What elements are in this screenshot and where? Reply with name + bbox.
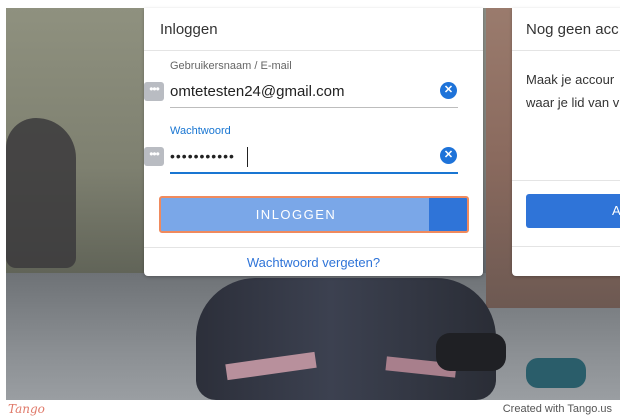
tango-logo: Tango <box>8 402 45 416</box>
login-button-label: INLOGGEN <box>255 207 337 222</box>
clear-username-icon[interactable]: ✕ <box>440 82 457 99</box>
clear-password-icon[interactable]: ✕ <box>440 147 457 164</box>
login-card: Inloggen Gebruikersnaam / E-mail ••• ✕ W… <box>144 8 483 276</box>
card-divider <box>512 180 620 181</box>
footer-credit: Created with Tango.us <box>502 403 612 415</box>
username-label: Gebruikersnaam / E-mail <box>170 60 292 72</box>
screenshot-stage: Inloggen Gebruikersnaam / E-mail ••• ✕ W… <box>0 0 620 400</box>
password-underline <box>170 172 458 174</box>
card-divider <box>512 246 620 247</box>
id-card-icon: ••• <box>144 147 164 166</box>
username-input[interactable] <box>170 78 430 104</box>
login-button-fill <box>429 198 467 231</box>
card-divider <box>144 247 483 248</box>
username-underline <box>170 107 458 108</box>
signup-button[interactable]: A <box>526 194 620 228</box>
text-caret <box>247 147 248 167</box>
card-divider <box>144 50 483 51</box>
password-label: Wachtwoord <box>170 125 231 137</box>
signup-text-line: waar je lid van v <box>526 95 620 110</box>
signup-description: Maak je accour waar je lid van v <box>526 68 620 114</box>
signup-text-line: Maak je accour <box>526 72 615 87</box>
signup-card: Nog geen acc Maak je accour waar je lid … <box>512 8 620 276</box>
login-button[interactable]: INLOGGEN <box>159 196 469 233</box>
card-divider <box>512 50 620 51</box>
password-input[interactable] <box>170 143 430 169</box>
tango-footer: Tango Created with Tango.us <box>0 400 620 419</box>
login-card-title: Inloggen <box>160 21 218 38</box>
signup-card-title: Nog geen acc <box>526 21 619 38</box>
id-card-icon: ••• <box>144 82 164 101</box>
forgot-password-link[interactable]: Wachtwoord vergeten? <box>144 255 483 270</box>
